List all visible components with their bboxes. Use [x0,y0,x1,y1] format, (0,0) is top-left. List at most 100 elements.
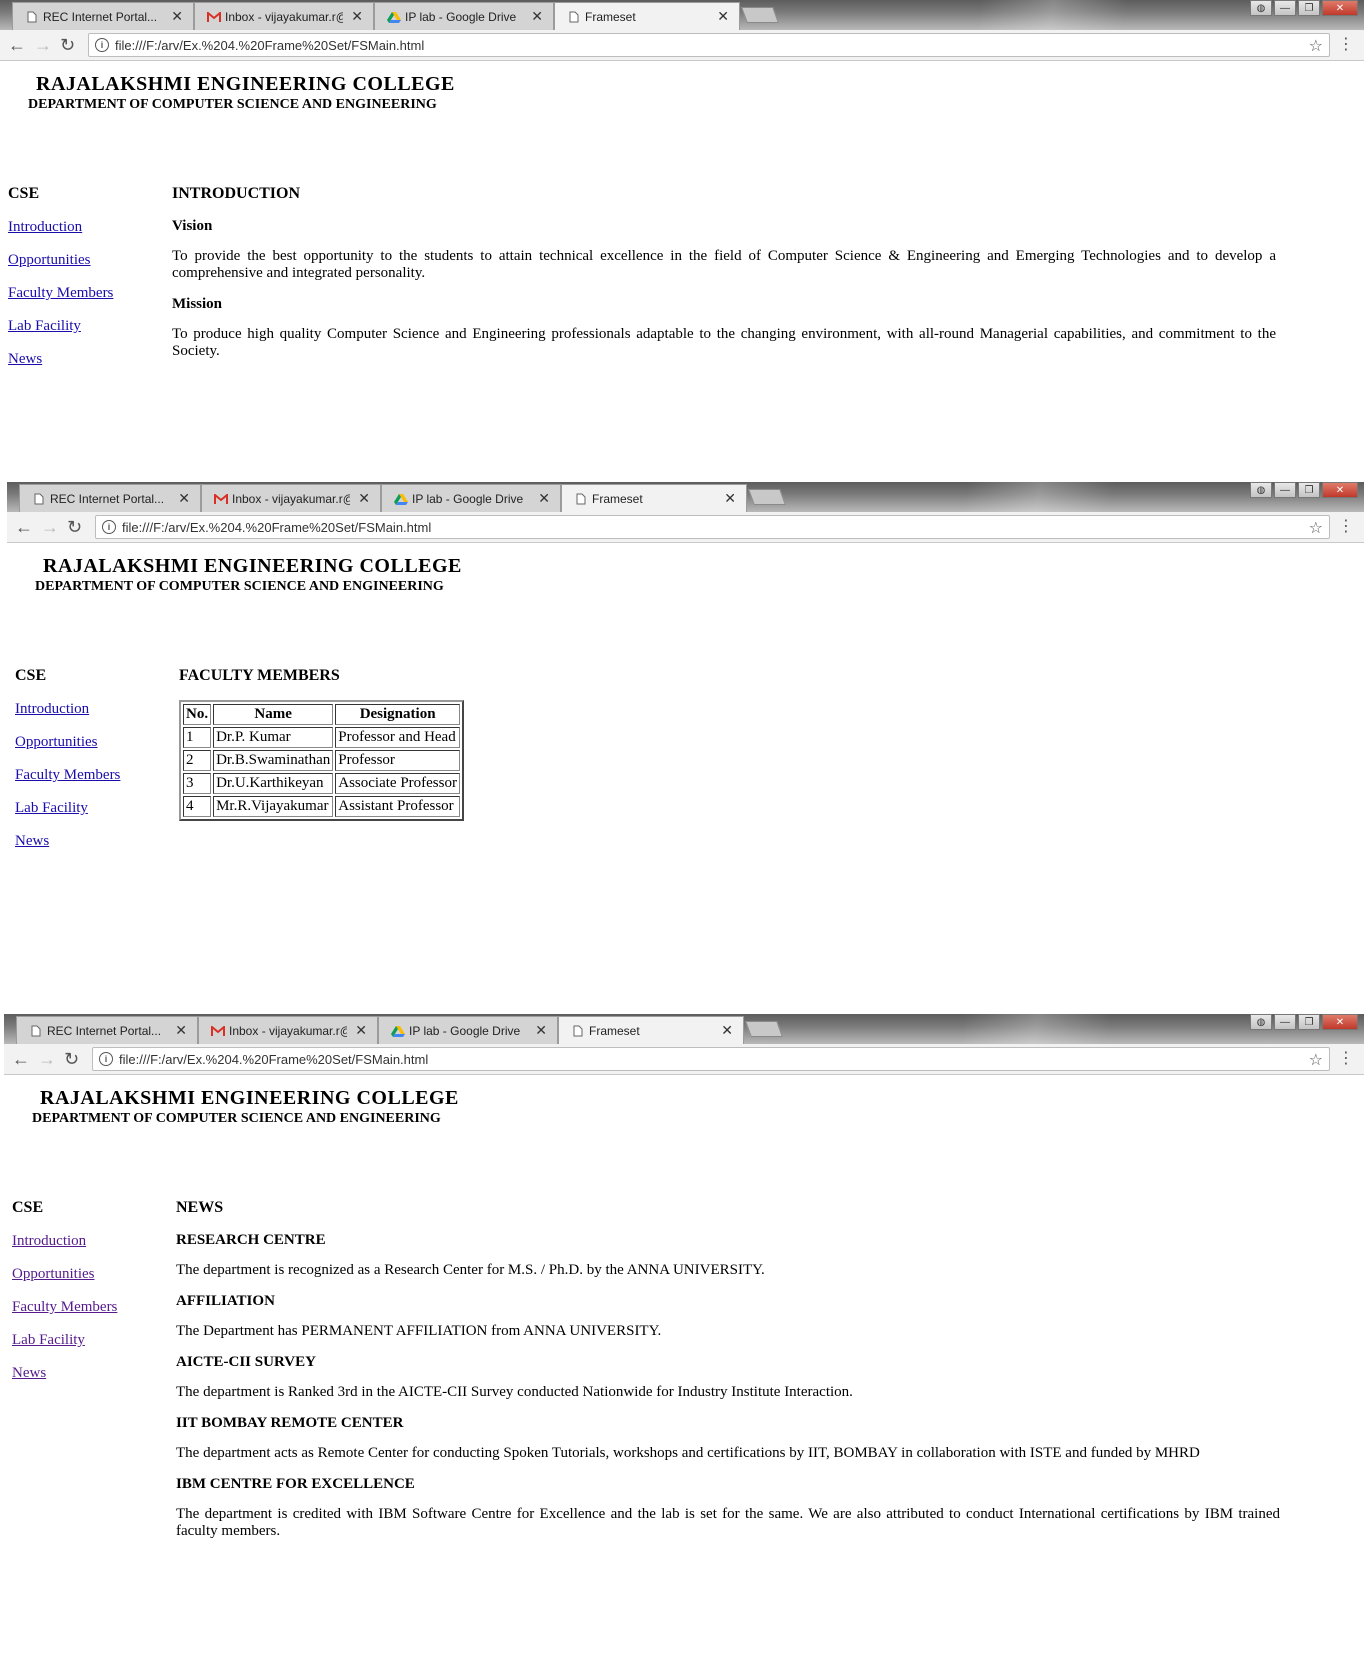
tab-strip: REC Internet Portal... ✕ Inbox - vijayak… [7,482,1364,512]
link-news[interactable]: News [15,833,120,850]
bookmark-star-icon[interactable]: ☆ [1309,518,1323,538]
browser-toolbar: ← → ↻ i file:///F:/arv/Ex.%204.%20Frame%… [4,1044,1364,1075]
link-opportunities[interactable]: Opportunities [8,252,113,269]
close-window-icon[interactable]: ✕ [1322,0,1358,16]
close-tab-icon[interactable]: ✕ [358,490,370,507]
close-tab-icon[interactable]: ✕ [724,490,736,507]
tab-inbox[interactable]: Inbox - vijayakumar.r@ra ✕ [198,1016,378,1044]
profile-icon[interactable]: ◍ [1250,1014,1272,1030]
forward-icon[interactable]: → [41,517,59,537]
sidebar: CSE Introduction Opportunities Faculty M… [15,667,120,866]
page-icon [574,492,588,506]
tab-rec-portal[interactable]: REC Internet Portal... ✕ [16,1016,198,1044]
close-tab-icon[interactable]: ✕ [355,1022,367,1039]
table-cell: Associate Professor [335,773,460,794]
address-bar[interactable]: i file:///F:/arv/Ex.%204.%20Frame%20Set/… [88,33,1330,57]
close-tab-icon[interactable]: ✕ [171,8,183,25]
tab-title: Inbox - vijayakumar.r@ra [232,491,350,506]
minimize-icon[interactable]: — [1274,482,1296,498]
back-icon[interactable]: ← [8,35,26,55]
table-cell: Dr.P. Kumar [213,727,334,748]
maximize-icon[interactable]: ❐ [1298,482,1320,498]
tab-inbox[interactable]: Inbox - vijayakumar.r@ra ✕ [194,2,374,30]
bookmark-star-icon[interactable]: ☆ [1309,1050,1323,1070]
tab-google-drive[interactable]: IP lab - Google Drive ✕ [381,484,561,512]
drive-icon [394,492,408,506]
tab-frameset[interactable]: Frameset ✕ [554,2,740,30]
menu-icon[interactable]: ⋮ [1338,34,1354,54]
tab-frameset[interactable]: Frameset ✕ [561,484,747,512]
sidebar-heading: CSE [15,667,47,684]
close-tab-icon[interactable]: ✕ [175,1022,187,1039]
table-cell: Professor [335,750,460,771]
link-opportunities[interactable]: Opportunities [15,734,120,751]
new-tab-button[interactable] [741,7,779,23]
profile-icon[interactable]: ◍ [1250,482,1272,498]
close-tab-icon[interactable]: ✕ [717,8,729,25]
link-lab-facility[interactable]: Lab Facility [12,1332,117,1349]
reload-icon[interactable]: ↻ [67,517,82,537]
news-title: AFFILIATION [176,1293,275,1309]
link-introduction[interactable]: Introduction [8,219,113,236]
college-name: RAJALAKSHMI ENGINEERING COLLEGE [43,555,462,577]
new-tab-button[interactable] [745,1021,783,1037]
info-icon[interactable]: i [95,38,109,52]
news-text: The department is credited with IBM Soft… [176,1506,1280,1539]
link-introduction[interactable]: Introduction [15,701,120,718]
close-tab-icon[interactable]: ✕ [721,1022,733,1039]
link-faculty-members[interactable]: Faculty Members [15,767,120,784]
reload-icon[interactable]: ↻ [64,1049,79,1069]
faculty-table: No. Name Designation 1 Dr.P. Kumar Profe… [179,700,464,821]
link-news[interactable]: News [8,351,113,368]
close-tab-icon[interactable]: ✕ [178,490,190,507]
news-title: RESEARCH CENTRE [176,1232,326,1248]
tab-frameset[interactable]: Frameset ✕ [558,1016,744,1044]
table-row: 4 Mr.R.Vijayakumar Assistant Professor [183,796,460,817]
tab-title: Frameset [592,491,643,506]
link-faculty-members[interactable]: Faculty Members [8,285,113,302]
maximize-icon[interactable]: ❐ [1298,0,1320,16]
info-icon[interactable]: i [99,1052,113,1066]
info-icon[interactable]: i [102,520,116,534]
tab-inbox[interactable]: Inbox - vijayakumar.r@ra ✕ [201,484,381,512]
tab-rec-portal[interactable]: REC Internet Portal... ✕ [19,484,201,512]
new-tab-button[interactable] [748,489,786,505]
mission-heading: Mission [172,296,223,312]
reload-icon[interactable]: ↻ [60,35,75,55]
gmail-icon [214,492,228,506]
page-icon [567,10,581,24]
tab-google-drive[interactable]: IP lab - Google Drive ✕ [374,2,554,30]
maximize-icon[interactable]: ❐ [1298,1014,1320,1030]
back-icon[interactable]: ← [12,1049,30,1069]
address-bar[interactable]: i file:///F:/arv/Ex.%204.%20Frame%20Set/… [92,1047,1330,1071]
link-lab-facility[interactable]: Lab Facility [15,800,120,817]
close-tab-icon[interactable]: ✕ [535,1022,547,1039]
menu-icon[interactable]: ⋮ [1338,1048,1354,1068]
browser-toolbar: ← → ↻ i file:///F:/arv/Ex.%204.%20Frame%… [0,30,1364,61]
bookmark-star-icon[interactable]: ☆ [1309,36,1323,56]
address-bar[interactable]: i file:///F:/arv/Ex.%204.%20Frame%20Set/… [95,515,1330,539]
link-news[interactable]: News [12,1365,117,1382]
back-icon[interactable]: ← [15,517,33,537]
tab-google-drive[interactable]: IP lab - Google Drive ✕ [378,1016,558,1044]
close-window-icon[interactable]: ✕ [1322,1014,1358,1030]
tab-rec-portal[interactable]: REC Internet Portal... ✕ [12,2,194,30]
close-window-icon[interactable]: ✕ [1322,482,1358,498]
menu-icon[interactable]: ⋮ [1338,516,1354,536]
forward-icon[interactable]: → [34,35,52,55]
minimize-icon[interactable]: — [1274,1014,1296,1030]
link-introduction[interactable]: Introduction [12,1233,117,1250]
table-row: 2 Dr.B.Swaminathan Professor [183,750,460,771]
close-tab-icon[interactable]: ✕ [351,8,363,25]
profile-icon[interactable]: ◍ [1250,0,1272,16]
close-tab-icon[interactable]: ✕ [531,8,543,25]
close-tab-icon[interactable]: ✕ [538,490,550,507]
minimize-icon[interactable]: — [1274,0,1296,16]
sidebar-heading: CSE [8,185,40,202]
link-faculty-members[interactable]: Faculty Members [12,1299,117,1316]
vision-text: To provide the best opportunity to the s… [172,248,1276,281]
link-lab-facility[interactable]: Lab Facility [8,318,113,335]
forward-icon[interactable]: → [38,1049,56,1069]
sidebar-heading: CSE [12,1199,44,1216]
link-opportunities[interactable]: Opportunities [12,1266,117,1283]
